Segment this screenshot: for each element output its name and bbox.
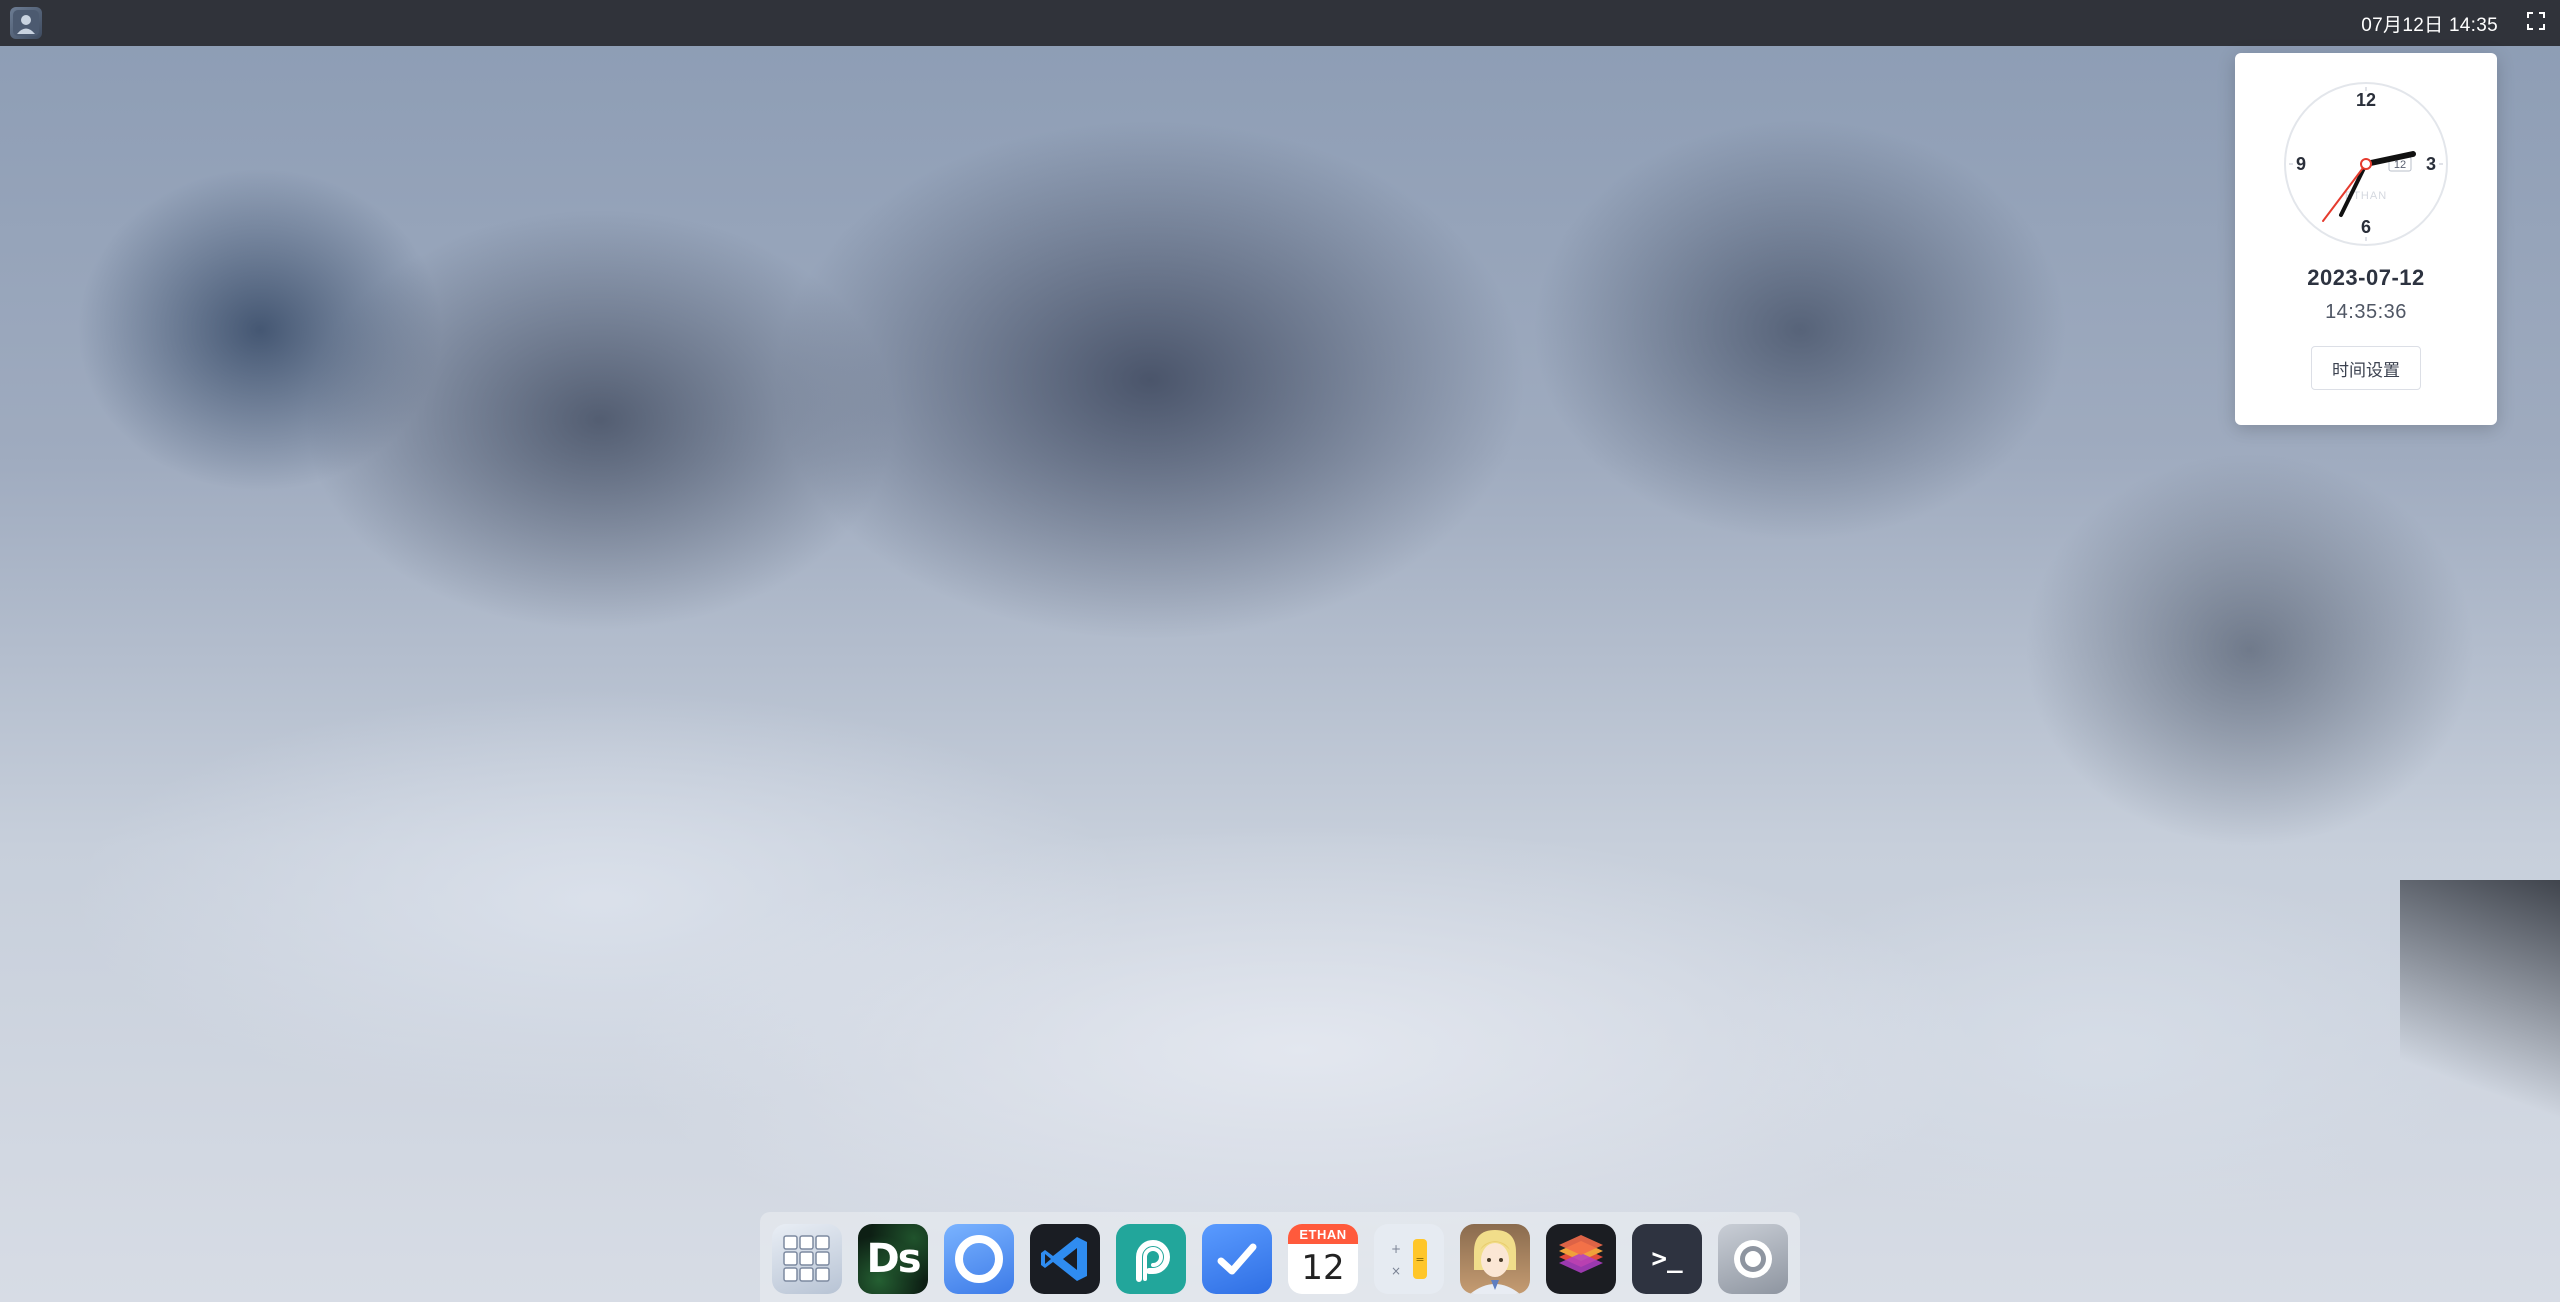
dock-item-terminal[interactable]: >_ [1632, 1224, 1702, 1294]
user-avatar-icon[interactable] [10, 7, 42, 39]
dial-number-12: 12 [2356, 90, 2376, 110]
layers-icon [1559, 1235, 1603, 1273]
desktop-wallpaper [0, 0, 2560, 1302]
dashboard-label: Ds [866, 1236, 921, 1282]
calendar-day: 12 [1301, 1248, 1345, 1288]
clock-time: 14:35:36 [2325, 301, 2407, 323]
analog-clock: 12 3 6 9 12 ETHAN [2284, 82, 2448, 246]
anime-avatar-icon [1470, 1230, 1520, 1294]
dock-item-browser[interactable] [944, 1224, 1014, 1294]
dial-number-9: 9 [2296, 154, 2306, 174]
dial-number-3: 3 [2426, 154, 2436, 174]
app-grid-icon [783, 1235, 830, 1282]
calculator-icon: + × = [1391, 1239, 1427, 1279]
vscode-icon [1041, 1237, 1087, 1281]
top-menu-bar: 07月12日 14:35 [0, 0, 2560, 46]
topbar-datetime[interactable]: 07月12日 14:35 [2361, 10, 2498, 37]
dock-item-profile[interactable] [1460, 1224, 1530, 1294]
dock-item-launchpad[interactable] [772, 1224, 842, 1294]
svg-text:×: × [1391, 1264, 1401, 1278]
dial-number-6: 6 [2361, 217, 2371, 237]
dock-item-pixso[interactable] [1116, 1224, 1186, 1294]
clock-widget: 12 3 6 9 12 ETHAN 2023-07-12 14:35:36 时间… [2235, 53, 2497, 425]
dock-item-dashboard[interactable]: Ds [858, 1224, 928, 1294]
browser-ring-icon [955, 1235, 1003, 1283]
dock-item-calculator[interactable]: + × = [1374, 1224, 1444, 1294]
dock-item-settings[interactable] [1718, 1224, 1788, 1294]
time-settings-button[interactable]: 时间设置 [2311, 346, 2421, 390]
settings-ring-icon [1734, 1240, 1772, 1278]
dock-item-layers[interactable] [1546, 1224, 1616, 1294]
terminal-label: >_ [1651, 1244, 1683, 1274]
dock-item-todo[interactable] [1202, 1224, 1272, 1294]
dock-item-vscode[interactable] [1030, 1224, 1100, 1294]
dock-item-calendar[interactable]: ETHAN 12 [1288, 1224, 1358, 1294]
fullscreen-icon[interactable] [2526, 11, 2546, 36]
calendar-header: ETHAN [1288, 1224, 1358, 1244]
app-dock: Ds ETHAN 12 + × = >_ [760, 1212, 1800, 1302]
checkmark-icon [1217, 1243, 1257, 1275]
svg-text:=: = [1415, 1253, 1424, 1266]
clock-date-window: 12 [2394, 159, 2406, 171]
clock-date: 2023-07-12 [2307, 265, 2425, 290]
pixso-icon [1136, 1240, 1170, 1282]
svg-text:+: + [1391, 1242, 1401, 1256]
